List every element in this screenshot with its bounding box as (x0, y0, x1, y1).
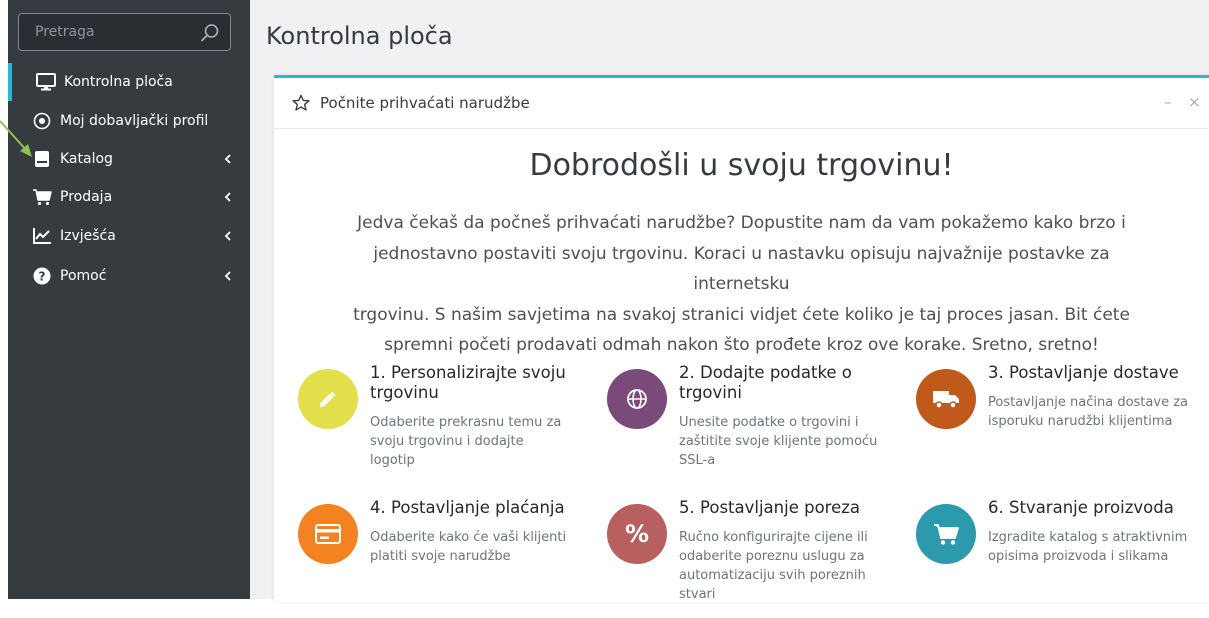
sidebar-item-kontrolna-ploca[interactable]: Kontrolna ploča (8, 63, 250, 101)
search-input[interactable] (19, 14, 194, 50)
step-title[interactable]: 2. Dodajte podatke o trgovini (679, 363, 889, 403)
step-title[interactable]: 5. Postavljanje poreza (679, 498, 889, 518)
percent-icon: % (625, 521, 649, 547)
step-payment-setup[interactable]: 4. Postavljanje plaćanja Odaberite kako … (298, 498, 578, 618)
close-button[interactable]: × (1188, 93, 1201, 111)
radio-circle-icon (32, 112, 52, 130)
sidebar-item-label: Pomoć (60, 268, 107, 284)
sidebar-item-label: Kontrolna ploča (64, 74, 173, 90)
chevron-left-icon (224, 192, 231, 202)
globe-icon (627, 389, 647, 409)
sidebar-item-label: Moj dobavljački profil (60, 113, 209, 129)
step-icon-circle (916, 369, 976, 429)
step-tax-setup[interactable]: % 5. Postavljanje poreza Ručno konfiguri… (607, 498, 887, 618)
truck-icon (933, 391, 959, 409)
chevron-left-icon (224, 231, 231, 241)
sidebar-item-label: Prodaja (60, 189, 113, 205)
intro-line: jednostavno postaviti svoju trgovinu. Ko… (373, 243, 1110, 295)
step-description: Postavljanje načina dostave za isporuku … (988, 395, 1188, 429)
page-title: Kontrolna ploča (266, 22, 453, 50)
step-icon-circle (607, 369, 667, 429)
step-title[interactable]: 4. Postavljanje plaćanja (370, 498, 580, 518)
intro-line: trgovinu. S našim savjetima na svakoj st… (353, 304, 1130, 325)
card-header: Počnite prihvaćati narudžbe – × (274, 78, 1209, 129)
sidebar-item-prodaja[interactable]: Prodaja (8, 178, 250, 216)
step-description: Odaberite prekrasnu temu za svoju trgovi… (370, 415, 562, 468)
chart-line-icon (32, 227, 52, 245)
minimize-button[interactable]: – (1164, 93, 1172, 111)
book-icon (32, 150, 52, 168)
pencil-icon (319, 391, 336, 408)
step-create-products[interactable]: 6. Stvaranje proizvoda Izgradite katalog… (916, 498, 1196, 618)
intro-line: spremni početi prodavati odmah nakon što… (384, 335, 1099, 355)
step-description: Unesite podatke o trgovini i zaštitite s… (679, 415, 878, 468)
step-title[interactable]: 6. Stvaranje proizvoda (988, 498, 1198, 518)
search-box (18, 13, 231, 51)
chevron-left-icon (224, 154, 231, 164)
cart-icon (32, 188, 52, 206)
step-icon-circle (298, 504, 358, 564)
step-shipping-setup[interactable]: 3. Postavljanje dostave Postavljanje nač… (916, 363, 1196, 483)
intro-text: Jedva čekaš da počneš prihvaćati narudžb… (329, 208, 1154, 361)
step-personalize-store[interactable]: 1. Personalizirajte svoju trgovinu Odabe… (298, 363, 578, 483)
credit-card-icon (315, 524, 341, 544)
card-title: Počnite prihvaćati narudžbe (320, 94, 530, 112)
onboarding-card: Počnite prihvaćati narudžbe – × Dobrodoš… (274, 75, 1209, 602)
star-icon (292, 94, 310, 111)
step-icon-circle (298, 369, 358, 429)
step-title[interactable]: 1. Personalizirajte svoju trgovinu (370, 363, 580, 403)
svg-text:%: % (625, 521, 649, 547)
sidebar-item-label: Katalog (60, 151, 113, 167)
step-store-details[interactable]: 2. Dodajte podatke o trgovini Unesite po… (607, 363, 887, 483)
chevron-left-icon (224, 271, 231, 281)
monitor-icon (36, 73, 56, 91)
step-description: Izgradite katalog s atraktivnim opisima … (988, 530, 1188, 564)
sidebar-item-pomoc[interactable]: ? Pomoć (8, 257, 250, 295)
help-circle-icon: ? (32, 267, 52, 285)
step-icon-circle (916, 504, 976, 564)
cart-icon (934, 524, 959, 545)
sidebar-item-label: Izvješća (60, 228, 116, 244)
annotation-arrow-icon (0, 120, 32, 157)
step-description: Odaberite kako će vaši klijenti platiti … (370, 530, 567, 564)
welcome-heading: Dobrodošli u svoju trgovinu! (529, 148, 954, 183)
sidebar-item-katalog[interactable]: Katalog (8, 140, 250, 178)
sidebar-item-izvjesca[interactable]: Izvješća (8, 217, 250, 255)
step-title[interactable]: 3. Postavljanje dostave (988, 363, 1198, 383)
step-description: Ručno konfigurirajte cijene ili odaberit… (679, 530, 868, 602)
search-icon[interactable] (200, 23, 220, 43)
svg-text:?: ? (39, 270, 46, 284)
intro-line: Jedva čekaš da počneš prihvaćati narudžb… (357, 213, 1126, 233)
step-icon-circle: % (607, 504, 667, 564)
sidebar-item-moj-dobavljacki-profil[interactable]: Moj dobavljački profil (8, 102, 250, 140)
